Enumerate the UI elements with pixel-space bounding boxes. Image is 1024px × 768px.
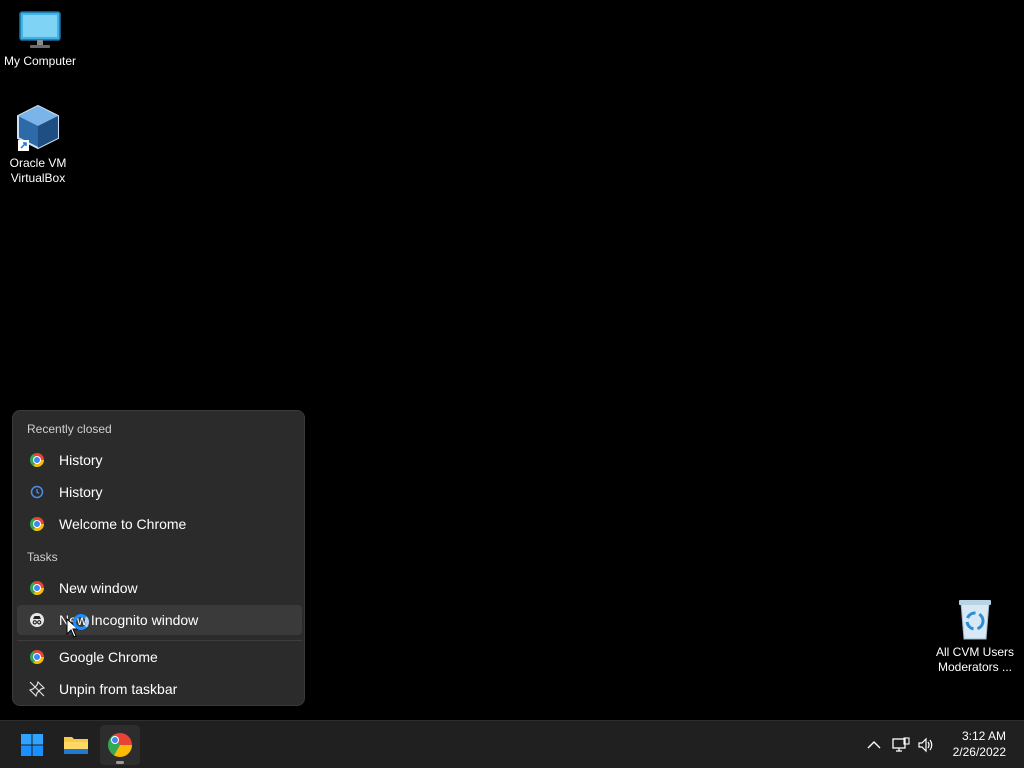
- chrome-icon: [29, 649, 45, 665]
- jumplist-item-label: History: [59, 452, 103, 468]
- tasks-header: Tasks: [27, 550, 58, 564]
- recently-closed-header: Recently closed: [27, 422, 112, 436]
- network-icon: [892, 737, 910, 752]
- desktop-icon-recycle-bin[interactable]: All CVM Users Moderators ...: [935, 597, 1015, 675]
- windows-start-icon: [21, 734, 43, 756]
- busy-spinner-icon: [73, 614, 89, 630]
- volume-icon: [918, 737, 933, 753]
- monitor-icon: [18, 10, 62, 50]
- desktop-icon-label: My Computer: [3, 54, 77, 68]
- jumplist-item-label: History: [59, 484, 103, 500]
- start-button[interactable]: [12, 725, 52, 765]
- jumplist-item-label: New window: [59, 580, 138, 596]
- desktop-icon-label-line2: VirtualBox: [10, 171, 66, 185]
- clock-date: 2/26/2022: [952, 745, 1006, 759]
- desktop-icon-label-line1: All CVM Users: [935, 645, 1014, 659]
- recycle-bin-icon: [955, 597, 995, 641]
- jumplist-item-new-window[interactable]: New window: [17, 573, 302, 603]
- taskbar-clock[interactable]: 3:12 AM 2/26/2022: [953, 728, 1006, 760]
- clock-time: 3:12 AM: [961, 729, 1006, 743]
- chrome-icon: [29, 516, 45, 532]
- taskbar-google-chrome[interactable]: [100, 725, 140, 765]
- taskbar-file-explorer[interactable]: [56, 725, 96, 765]
- jumplist-item-label: Google Chrome: [59, 649, 158, 665]
- unpin-icon: [29, 681, 45, 697]
- desktop-icon-my-computer[interactable]: My Computer: [0, 10, 80, 69]
- show-hidden-icons-button[interactable]: [864, 735, 884, 755]
- jumplist-item-history-1[interactable]: History: [17, 445, 302, 475]
- desktop-icon-label-line1: Oracle VM: [9, 156, 67, 170]
- volume-button[interactable]: [916, 735, 936, 755]
- taskbar: 3:12 AM 2/26/2022: [0, 720, 1024, 768]
- chrome-icon: [29, 452, 45, 468]
- jumplist-item-label: Unpin from taskbar: [59, 681, 178, 697]
- network-button[interactable]: [891, 735, 911, 755]
- chrome-icon: [108, 733, 132, 757]
- folder-icon: [64, 737, 88, 754]
- jumplist-item-google-chrome[interactable]: Google Chrome: [17, 642, 302, 672]
- chrome-icon: [29, 580, 45, 596]
- chrome-jump-list: Recently closed History History Welcome …: [12, 410, 305, 706]
- jumplist-item-welcome[interactable]: Welcome to Chrome: [17, 509, 302, 539]
- jumplist-item-unpin[interactable]: Unpin from taskbar: [17, 674, 302, 704]
- history-icon: [29, 484, 45, 500]
- desktop-icon-label-line2: Moderators ...: [937, 660, 1013, 674]
- jumplist-item-new-incognito-window[interactable]: New Incognito window: [17, 605, 302, 635]
- chevron-up-icon: [867, 741, 881, 749]
- jumplist-item-label: Welcome to Chrome: [59, 516, 187, 532]
- jumplist-item-history-2[interactable]: History: [17, 477, 302, 507]
- incognito-icon: [29, 612, 45, 628]
- jumplist-divider: [17, 640, 302, 641]
- desktop-icon-virtualbox[interactable]: Oracle VM VirtualBox: [0, 104, 78, 186]
- virtualbox-icon: [16, 104, 60, 152]
